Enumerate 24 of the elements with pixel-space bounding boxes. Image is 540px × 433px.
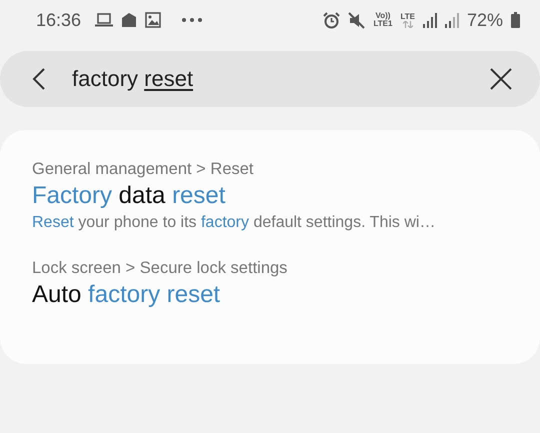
search-field[interactable]: factory reset: [0, 51, 540, 107]
battery-percent: 72%: [466, 10, 503, 30]
clock: 16:36: [36, 10, 82, 30]
image-icon: [145, 12, 162, 28]
laptop-icon: [95, 13, 114, 27]
network-type-label: LTE: [400, 12, 415, 20]
result-summary: Reset your phone to its factory default settings. This wi…: [32, 213, 436, 233]
result-path: Lock screen > Secure lock settings: [32, 258, 288, 279]
more-icon: [181, 17, 204, 23]
volte-sub-label: LTE1: [373, 20, 392, 28]
signal-icon: [444, 12, 459, 28]
data-arrows-icon: [402, 20, 413, 28]
back-icon[interactable]: [32, 68, 46, 90]
app-notification-icon: [121, 12, 138, 28]
volte-label: Vo)): [375, 12, 390, 20]
mute-icon: [348, 12, 366, 28]
signal-icon: [422, 12, 437, 28]
battery-icon: [511, 12, 520, 28]
result-title[interactable]: Auto factory reset: [32, 279, 508, 311]
result-title[interactable]: Factory data reset: [32, 180, 508, 212]
search-query: factory reset: [72, 66, 194, 92]
close-icon[interactable]: [490, 68, 512, 90]
result-path: General management > Reset: [32, 159, 255, 180]
alarm-icon: [323, 12, 340, 28]
